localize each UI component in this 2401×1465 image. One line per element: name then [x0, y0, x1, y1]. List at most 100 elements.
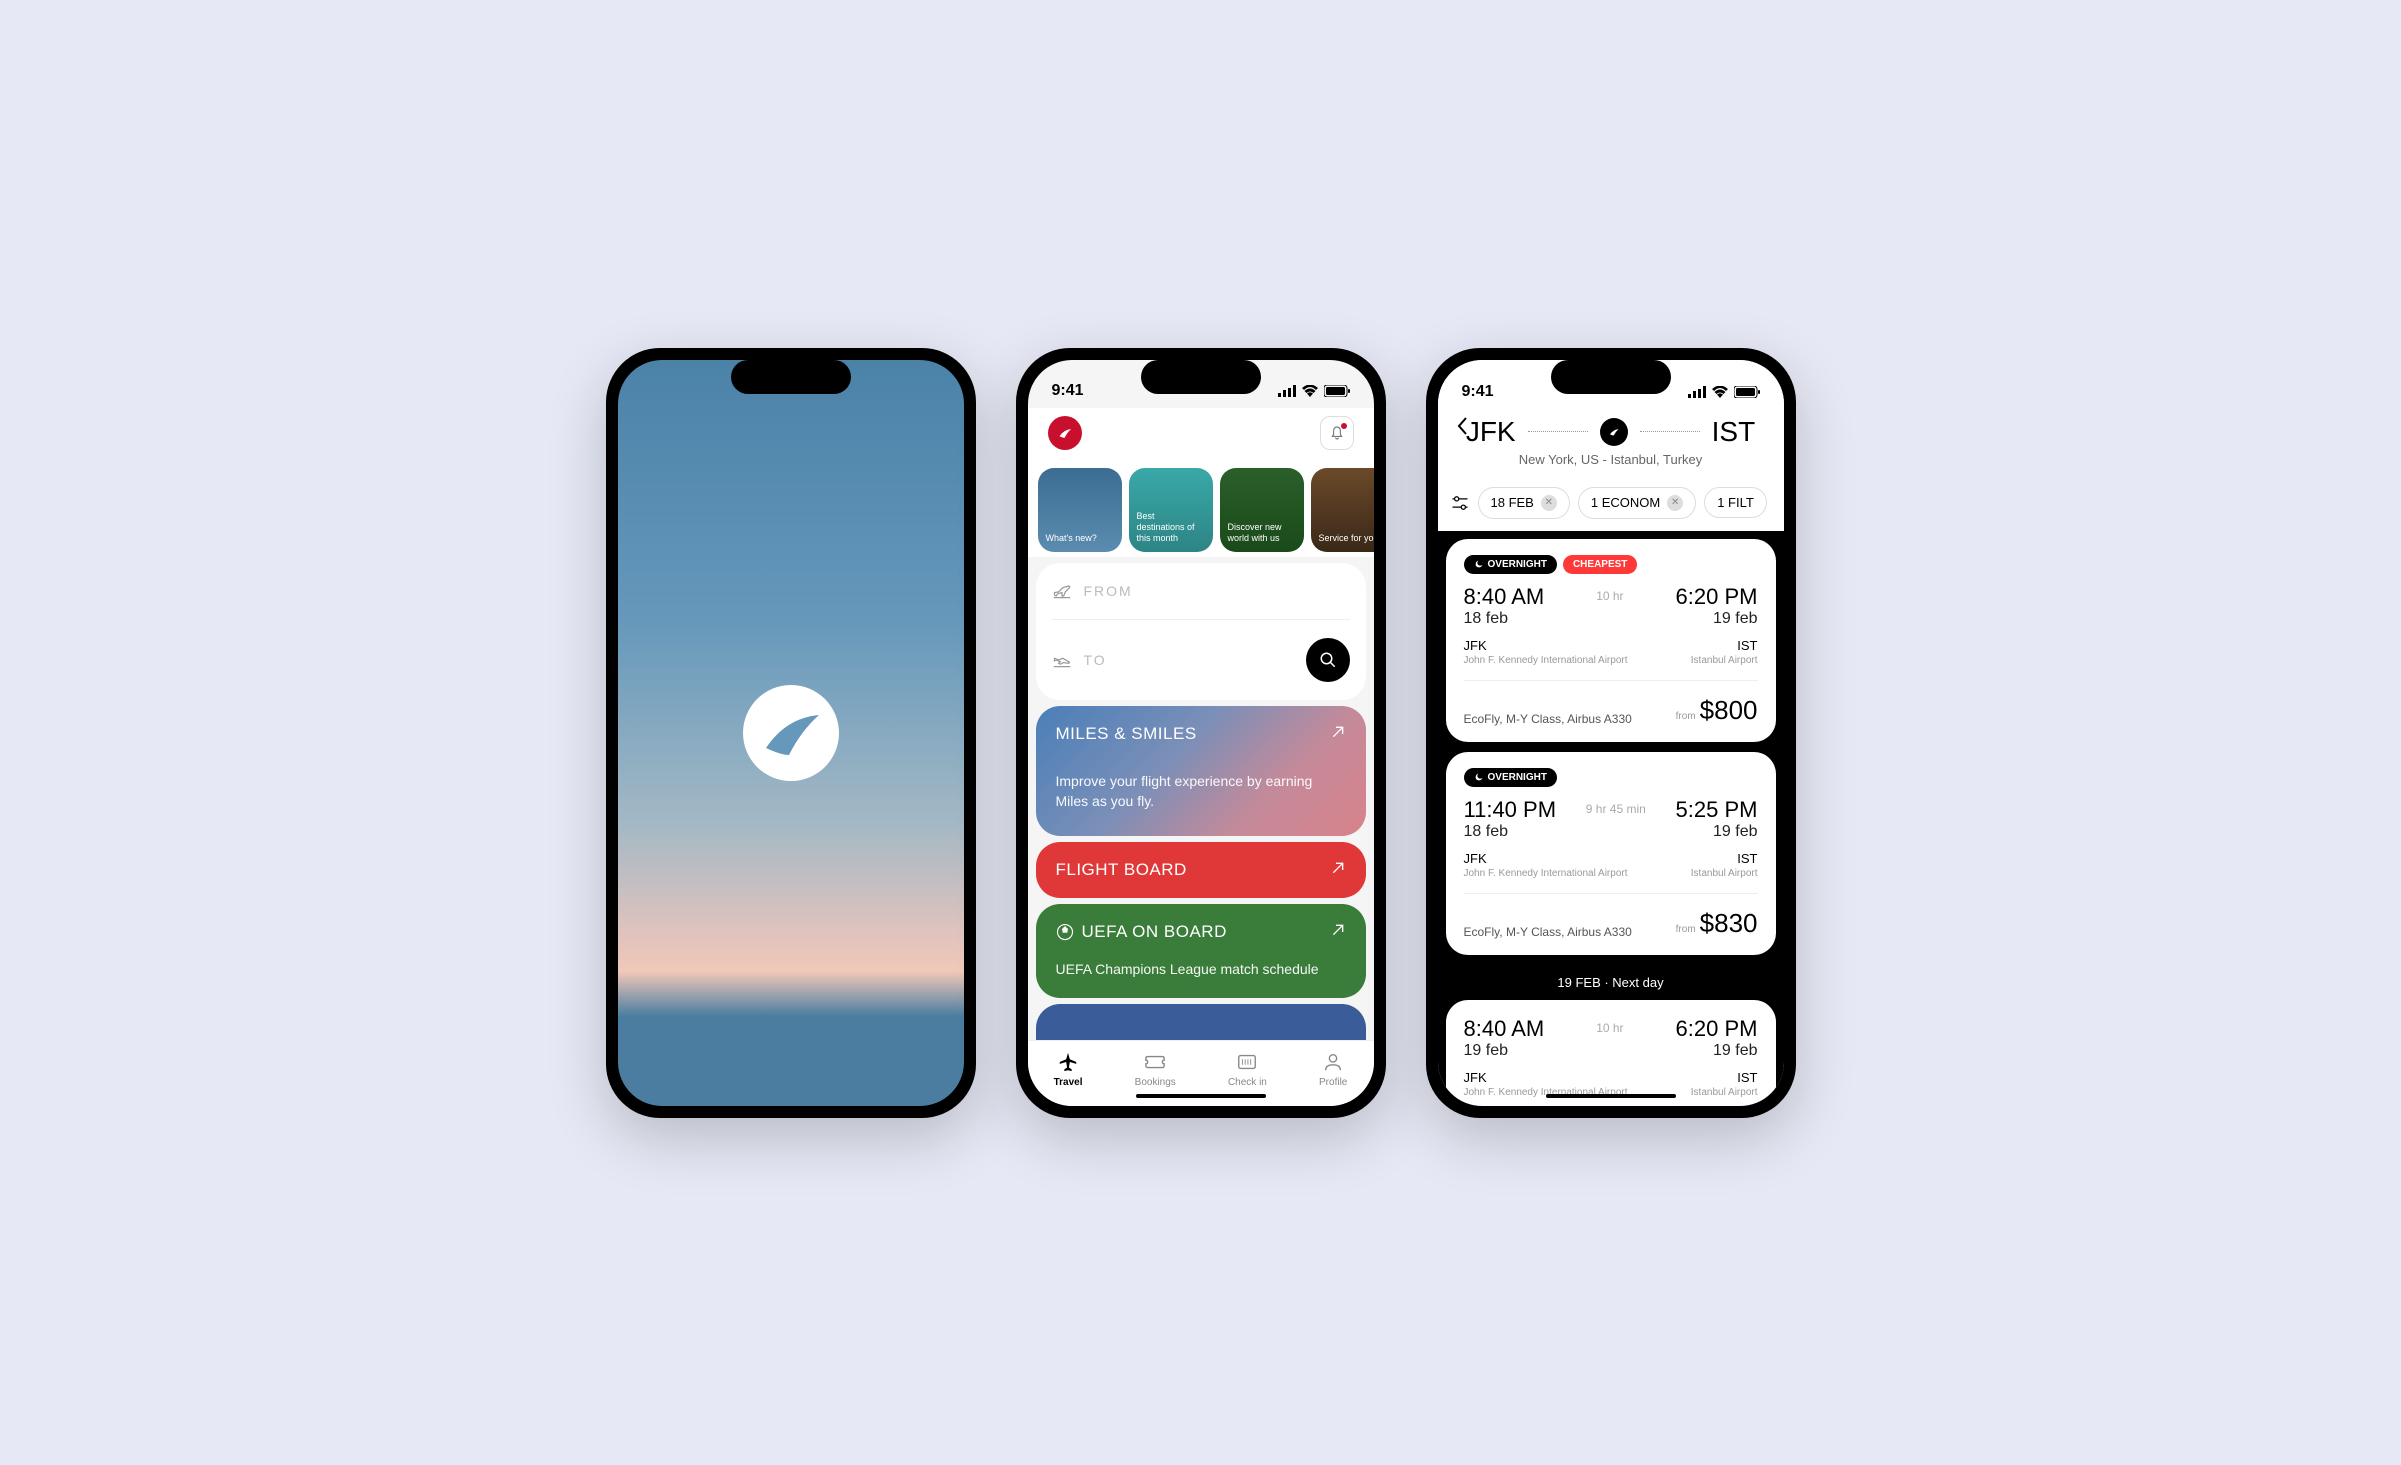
- status-time: 9:41: [1052, 382, 1084, 400]
- filter-chip-date[interactable]: 18 FEB✕: [1478, 487, 1570, 519]
- uefa-card[interactable]: UEFA ON BOARD UEFA Champions League matc…: [1036, 904, 1366, 998]
- wifi-icon: [1712, 386, 1728, 398]
- arr-code: IST: [1691, 638, 1758, 653]
- duration: 10 hr: [1596, 1021, 1623, 1055]
- person-icon: [1322, 1051, 1344, 1073]
- duration: 9 hr 45 min: [1586, 802, 1646, 836]
- home-header: [1028, 408, 1374, 458]
- home-indicator[interactable]: [1546, 1094, 1676, 1098]
- tab-travel[interactable]: Travel: [1054, 1051, 1083, 1088]
- arr-date: 19 feb: [1676, 610, 1758, 628]
- tab-bookings[interactable]: Bookings: [1135, 1051, 1176, 1088]
- miles-desc: Improve your flight experience by earnin…: [1056, 772, 1346, 811]
- route-subtitle: New York, US - Istanbul, Turkey: [1458, 452, 1764, 467]
- arr-time: 5:25 PM: [1676, 797, 1758, 823]
- flightboard-card[interactable]: FLIGHT BOARD: [1036, 842, 1366, 898]
- home-indicator[interactable]: [1136, 1094, 1266, 1098]
- barcode-icon: [1236, 1051, 1258, 1073]
- arr-name: Istanbul Airport: [1691, 868, 1758, 879]
- dep-time: 8:40 AM: [1464, 584, 1545, 610]
- route-header: JFK IST New York, US - Istanbul, Turkey: [1438, 410, 1784, 479]
- story-card[interactable]: Best destinations of this month: [1129, 468, 1213, 552]
- notifications-button[interactable]: [1320, 416, 1354, 450]
- arrow-icon: [1330, 922, 1346, 938]
- tab-checkin[interactable]: Check in: [1228, 1051, 1267, 1088]
- price: $830: [1700, 908, 1758, 938]
- notch: [731, 360, 851, 394]
- plane-icon: [1057, 1051, 1079, 1073]
- to-input[interactable]: TO: [1052, 620, 1350, 700]
- phone-results: 9:41 JFK IST New York,: [1426, 348, 1796, 1118]
- story-label: Service for you: [1319, 533, 1374, 544]
- origin-code: JFK: [1466, 416, 1516, 448]
- dep-name: John F. Kennedy International Airport: [1464, 868, 1628, 879]
- ticket-icon: [1144, 1051, 1166, 1073]
- duration: 10 hr: [1596, 589, 1623, 623]
- story-card[interactable]: What's new?: [1038, 468, 1122, 552]
- status-time: 9:41: [1462, 383, 1494, 401]
- miles-card[interactable]: MILES & SMILES Improve your flight exper…: [1036, 706, 1366, 836]
- miles-title: MILES & SMILES: [1056, 724, 1346, 744]
- dep-date: 18 feb: [1464, 610, 1545, 628]
- filter-chip-class[interactable]: 1 ECONOM✕: [1578, 487, 1696, 519]
- filter-icon[interactable]: [1450, 493, 1470, 513]
- uefa-desc: UEFA Champions League match schedule: [1056, 960, 1346, 980]
- overnight-badge: OVERNIGHT: [1464, 768, 1557, 787]
- story-label: Best destinations of this month: [1137, 511, 1205, 543]
- arr-code: IST: [1691, 1070, 1758, 1085]
- card-peek[interactable]: [1036, 1004, 1366, 1040]
- arrow-icon: [1330, 860, 1346, 876]
- arr-time: 6:20 PM: [1676, 1016, 1758, 1042]
- from-label: from: [1676, 711, 1696, 722]
- arr-name: Istanbul Airport: [1691, 1087, 1758, 1098]
- dep-date: 18 feb: [1464, 823, 1557, 841]
- airline-logo-icon: [1600, 418, 1628, 446]
- wifi-icon: [1302, 385, 1318, 397]
- flight-card[interactable]: OVERNIGHT 11:40 PM18 feb 9 hr 45 min 5:2…: [1446, 752, 1776, 955]
- search-panel: FROM TO: [1036, 563, 1366, 700]
- story-label: What's new?: [1046, 533, 1097, 544]
- moon-icon: [1474, 772, 1484, 782]
- arr-name: Istanbul Airport: [1691, 655, 1758, 666]
- from-input[interactable]: FROM: [1052, 563, 1350, 620]
- to-label: TO: [1084, 652, 1107, 668]
- results-list[interactable]: OVERNIGHT CHEAPEST 8:40 AM18 feb 10 hr 6…: [1438, 531, 1784, 1106]
- filter-chip-more[interactable]: 1 FILT: [1704, 487, 1767, 518]
- moon-icon: [1474, 559, 1484, 569]
- chip-remove-icon[interactable]: ✕: [1541, 495, 1557, 511]
- battery-icon: [1324, 385, 1350, 397]
- story-label: Discover new world with us: [1228, 522, 1296, 544]
- plane-landing-icon: [1052, 650, 1072, 670]
- back-button[interactable]: [1456, 416, 1468, 436]
- from-label: from: [1676, 924, 1696, 935]
- notch: [1551, 360, 1671, 394]
- dest-code: IST: [1712, 416, 1756, 448]
- dep-date: 19 feb: [1464, 1042, 1545, 1060]
- dep-name: John F. Kennedy International Airport: [1464, 655, 1628, 666]
- flight-card[interactable]: 8:40 AM19 feb 10 hr 6:20 PM19 feb JFKJoh…: [1446, 1000, 1776, 1106]
- notch: [1141, 360, 1261, 394]
- bell-icon: [1329, 425, 1345, 441]
- story-card[interactable]: Discover new world with us: [1220, 468, 1304, 552]
- stories-row: What's new? Best destinations of this mo…: [1028, 458, 1374, 557]
- plane-takeoff-icon: [1052, 581, 1072, 601]
- flight-card[interactable]: OVERNIGHT CHEAPEST 8:40 AM18 feb 10 hr 6…: [1446, 539, 1776, 742]
- dep-time: 11:40 PM: [1464, 797, 1557, 823]
- airline-logo-icon: [741, 683, 841, 783]
- search-button[interactable]: [1306, 638, 1350, 682]
- search-icon: [1319, 651, 1337, 669]
- dep-code: JFK: [1464, 851, 1628, 866]
- phone-splash: [606, 348, 976, 1118]
- arr-time: 6:20 PM: [1676, 584, 1758, 610]
- signal-icon: [1278, 385, 1296, 397]
- chip-remove-icon[interactable]: ✕: [1667, 495, 1683, 511]
- day-divider: 19 FEB · Next day: [1446, 965, 1776, 1000]
- airline-logo-icon[interactable]: [1048, 416, 1082, 450]
- uefa-title: UEFA ON BOARD: [1082, 922, 1227, 942]
- fare-class: EcoFly, M-Y Class, Airbus A330: [1464, 712, 1632, 726]
- price: $800: [1700, 695, 1758, 725]
- arr-date: 19 feb: [1676, 823, 1758, 841]
- tab-profile[interactable]: Profile: [1319, 1051, 1347, 1088]
- story-card[interactable]: Service for you: [1311, 468, 1374, 552]
- from-label: FROM: [1084, 583, 1133, 599]
